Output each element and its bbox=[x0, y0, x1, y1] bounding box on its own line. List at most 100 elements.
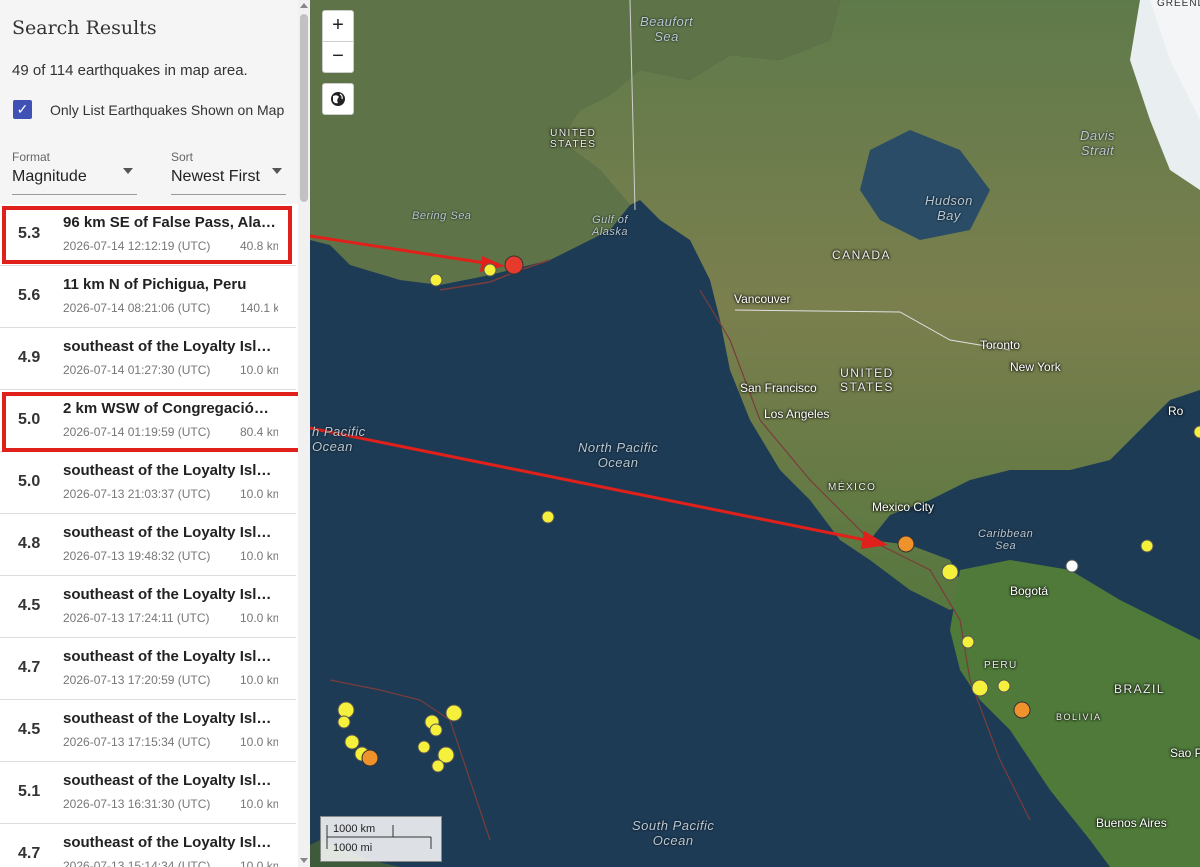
map-label-gulf: Gulf of Alaska bbox=[592, 214, 629, 238]
earthquake-list-item[interactable]: 4.8 southeast of the Loyalty Islands 202… bbox=[0, 514, 296, 576]
sort-select[interactable]: Sort Newest First bbox=[171, 148, 286, 195]
earthquake-list-item[interactable]: 5.3 96 km SE of False Pass, Alaska 2026-… bbox=[0, 204, 296, 266]
basemap-button[interactable] bbox=[322, 83, 354, 115]
city-label-sao-paulo: Sao Pa bbox=[1170, 746, 1200, 760]
earthquake-marker-selected[interactable] bbox=[897, 535, 915, 553]
earthquake-marker[interactable] bbox=[344, 734, 360, 750]
depth: 140.1 km bbox=[240, 301, 278, 315]
depth: 10.0 km bbox=[240, 859, 278, 867]
timestamp: 2026-07-13 17:15:34 (UTC) bbox=[63, 735, 211, 749]
map-label-mexico: MÉXICO bbox=[828, 482, 877, 493]
map-label-us: UNITED STATES bbox=[840, 366, 894, 394]
location: 96 km SE of False Pass, Alaska bbox=[63, 214, 277, 231]
earthquake-marker[interactable] bbox=[429, 723, 443, 737]
magnitude: 5.3 bbox=[18, 225, 41, 242]
earthquake-list-item[interactable]: 4.5 southeast of the Loyalty Islands 202… bbox=[0, 700, 296, 762]
scroll-thumb[interactable] bbox=[300, 14, 308, 202]
earthquake-marker[interactable] bbox=[337, 701, 355, 719]
earthquake-marker[interactable] bbox=[541, 510, 555, 524]
magnitude: 5.0 bbox=[18, 473, 41, 490]
check-icon: ✓ bbox=[16, 101, 29, 117]
earthquake-list-item[interactable]: 5.6 11 km N of Pichigua, Peru 2026-07-14… bbox=[0, 266, 296, 328]
scroll-up-icon[interactable] bbox=[300, 3, 308, 8]
timestamp: 2026-07-13 19:48:32 (UTC) bbox=[63, 549, 211, 563]
chevron-down-icon bbox=[272, 168, 282, 174]
map-label-greenland: GREENL bbox=[1157, 0, 1200, 9]
earthquake-list-item[interactable]: 4.9 southeast of the Loyalty Islands 202… bbox=[0, 328, 296, 390]
scroll-down-icon[interactable] bbox=[300, 858, 308, 863]
format-value: Magnitude bbox=[12, 168, 87, 185]
format-select[interactable]: Format Magnitude bbox=[12, 148, 137, 195]
earthquake-marker[interactable] bbox=[417, 740, 431, 754]
map-label-south-pacific: South Pacific Ocean bbox=[632, 818, 715, 848]
earthquake-marker-selected[interactable] bbox=[504, 255, 524, 275]
format-label: Format bbox=[12, 150, 51, 164]
location: southeast of the Loyalty Islands bbox=[63, 772, 277, 789]
depth: 80.4 km bbox=[240, 425, 278, 439]
map-label-bolivia: BOLIVIA bbox=[1056, 712, 1102, 722]
earthquake-marker[interactable] bbox=[1140, 539, 1154, 553]
results-header: Search Results 49 of 114 earthquakes in … bbox=[0, 0, 298, 204]
earthquake-marker[interactable] bbox=[1013, 701, 1031, 719]
earthquake-marker[interactable] bbox=[429, 273, 443, 287]
map-canvas[interactable] bbox=[310, 0, 1200, 867]
earthquake-list-item[interactable]: 5.0 southeast of the Loyalty Islands 202… bbox=[0, 452, 296, 514]
earthquake-marker[interactable] bbox=[941, 563, 959, 581]
city-label-toronto: Toronto bbox=[980, 338, 1021, 352]
earthquake-list-item[interactable]: 5.0 2 km WSW of Congregación Hidalgo, Me… bbox=[0, 390, 296, 452]
depth: 10.0 km bbox=[240, 549, 278, 563]
earthquake-map[interactable]: Beaufort Sea GREENL Davis Strait Hudson … bbox=[310, 0, 1200, 867]
map-label-caribbean: Caribbean Sea bbox=[978, 528, 1034, 552]
scale-km: 1000 km bbox=[333, 823, 376, 835]
earthquake-list-item[interactable]: 4.7 southeast of the Loyalty Islands 202… bbox=[0, 824, 296, 867]
sort-value: Newest First bbox=[171, 168, 260, 185]
earthquake-marker[interactable] bbox=[997, 679, 1011, 693]
zoom-out-button[interactable]: − bbox=[322, 41, 354, 73]
earthquake-list-item[interactable]: 4.5 southeast of the Loyalty Islands 202… bbox=[0, 576, 296, 638]
location: southeast of the Loyalty Islands bbox=[63, 834, 277, 851]
city-label-los-angeles: Los Angeles bbox=[764, 407, 830, 421]
map-label-bering: Bering Sea bbox=[412, 210, 472, 222]
earthquake-list-item[interactable]: 5.1 southeast of the Loyalty Islands 202… bbox=[0, 762, 296, 824]
list-scrollbar[interactable] bbox=[298, 0, 310, 867]
earthquake-marker[interactable] bbox=[431, 759, 445, 773]
depth: 10.0 km bbox=[240, 797, 278, 811]
earthquake-list-item[interactable]: 4.7 southeast of the Loyalty Islands 202… bbox=[0, 638, 296, 700]
location: 11 km N of Pichigua, Peru bbox=[63, 276, 247, 293]
zoom-in-button[interactable]: + bbox=[322, 10, 354, 42]
depth: 10.0 km bbox=[240, 673, 278, 687]
earthquake-marker[interactable] bbox=[1065, 559, 1079, 573]
depth: 10.0 km bbox=[240, 611, 278, 625]
magnitude: 4.5 bbox=[18, 597, 41, 614]
location: southeast of the Loyalty Islands bbox=[63, 648, 277, 665]
map-label-brazil: BRAZIL bbox=[1114, 682, 1166, 696]
earthquake-marker[interactable] bbox=[483, 263, 497, 277]
location: southeast of the Loyalty Islands bbox=[63, 586, 277, 603]
globe-icon bbox=[331, 92, 345, 106]
map-label-davis: Davis Strait bbox=[1080, 128, 1116, 158]
city-label-mexico-city: Mexico City bbox=[872, 500, 935, 514]
earthquake-marker[interactable] bbox=[961, 635, 975, 649]
earthquake-marker[interactable] bbox=[337, 715, 351, 729]
city-label-new-york: New York bbox=[1010, 360, 1061, 374]
magnitude: 4.7 bbox=[18, 659, 41, 676]
scale-bar: 1000 km 1000 mi bbox=[320, 816, 442, 862]
map-label-beaufort: Beaufort Sea bbox=[640, 14, 694, 44]
earthquake-marker[interactable] bbox=[361, 749, 379, 767]
earthquake-marker[interactable] bbox=[971, 679, 989, 697]
magnitude: 5.6 bbox=[18, 287, 41, 304]
city-label-bogota: Bogotá bbox=[1010, 584, 1049, 598]
search-results-panel: Search Results 49 of 114 earthquakes in … bbox=[0, 0, 310, 867]
map-label-us-alaska: UNITED STATES bbox=[550, 128, 597, 150]
city-label-edge: Ro bbox=[1168, 404, 1184, 418]
timestamp: 2026-07-14 08:21:06 (UTC) bbox=[63, 301, 211, 315]
only-map-checkbox-label[interactable]: Only List Earthquakes Shown on Map bbox=[50, 102, 284, 118]
map-label-north-pacific: North Pacific Ocean bbox=[578, 440, 659, 470]
location: southeast of the Loyalty Islands bbox=[63, 462, 277, 479]
earthquake-marker[interactable] bbox=[445, 704, 463, 722]
magnitude: 4.8 bbox=[18, 535, 41, 552]
location: southeast of the Loyalty Islands bbox=[63, 524, 277, 541]
timestamp: 2026-07-14 01:19:59 (UTC) bbox=[63, 425, 211, 439]
only-map-checkbox[interactable]: ✓ bbox=[13, 100, 32, 119]
timestamp: 2026-07-14 12:12:19 (UTC) bbox=[63, 239, 211, 253]
